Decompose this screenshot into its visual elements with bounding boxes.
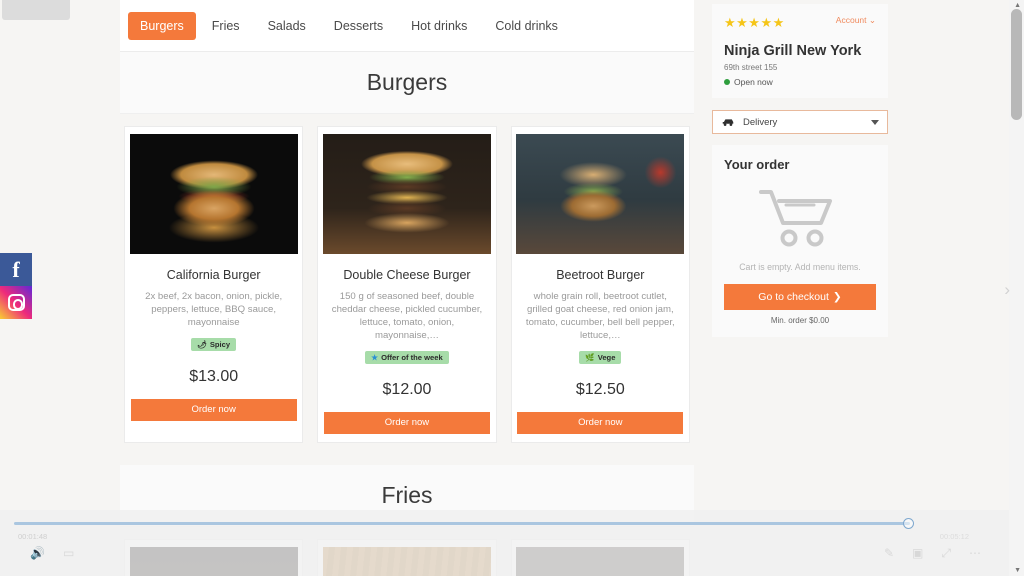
account-link[interactable]: Account ⌄ [836, 15, 876, 26]
order-panel: Your order Cart is empty. Add menu items… [712, 145, 888, 337]
fries-photo-3 [516, 546, 685, 576]
facebook-icon[interactable]: f [0, 253, 32, 286]
nav-item-burgers[interactable]: Burgers [128, 11, 196, 40]
status-badge: ★ Offer of the week [365, 350, 449, 364]
section-header-burgers: Burgers [120, 52, 694, 114]
player-right-controls: ✎ ▣ ⤢ ⋯ [884, 546, 981, 561]
browser-tab-stub[interactable] [2, 0, 70, 20]
order-now-button[interactable]: Order now [517, 411, 684, 434]
sidebar: Account ⌄ ★★★★★ Ninja Grill New York 69t… [712, 4, 888, 337]
vertical-scrollbar[interactable]: ▲ ▼ [1009, 0, 1024, 576]
beetroot-burger-photo [516, 134, 685, 254]
menu-page: Burgers Fries Salads Desserts Hot drinks… [120, 0, 694, 576]
cards-row: California Burger 2x beef, 2x bacon, oni… [120, 126, 694, 443]
fullscreen-icon[interactable]: ⤢ [941, 546, 951, 561]
edit-icon[interactable]: ✎ [884, 546, 894, 561]
more-options-icon[interactable]: ⋯ [969, 546, 981, 561]
shopping-cart-icon [759, 190, 832, 247]
restaurant-info-panel: Account ⌄ ★★★★★ Ninja Grill New York 69t… [712, 4, 888, 98]
menu-item-description: whole grain roll, beetroot cutlet, grill… [525, 291, 675, 341]
instagram-glyph [7, 294, 25, 311]
leaf-icon: 🌿 [585, 352, 595, 362]
fries-grid [120, 526, 694, 576]
menu-item-name: California Burger [166, 268, 261, 282]
total-time: 00:05:12 [939, 532, 969, 541]
status-badge: 🌶 Spicy [191, 337, 237, 351]
status-label: Open now [734, 77, 773, 87]
double-cheese-burger-photo [322, 134, 491, 254]
status-dot-icon [724, 79, 730, 85]
menu-item-price: $13.00 [189, 367, 239, 385]
nav-item-fries[interactable]: Fries [200, 12, 252, 40]
badge-label: Spicy [209, 339, 231, 349]
social-rail: f [0, 253, 32, 319]
fries-photo-2 [322, 546, 491, 576]
chevron-down-icon [871, 119, 879, 125]
volume-icon[interactable]: 🔊 [30, 546, 45, 560]
section-title: Burgers [366, 69, 448, 95]
screen-root: f Burgers Fries Salads Desserts Hot drin… [0, 0, 1024, 576]
delivery-method-select[interactable]: Delivery [712, 110, 888, 134]
nav-item-salads[interactable]: Salads [256, 12, 318, 40]
badge-label: Offer of the week [381, 352, 443, 362]
subtitles-icon[interactable]: ▭ [63, 546, 74, 560]
menu-item-price: $12.00 [382, 380, 432, 398]
category-nav: Burgers Fries Salads Desserts Hot drinks… [120, 0, 694, 52]
menu-item-description: 150 g of seasoned beef, double cheddar c… [331, 291, 483, 341]
go-to-checkout-button[interactable]: Go to checkout ❯ [724, 284, 876, 310]
burgers-grid: California Burger 2x beef, 2x bacon, oni… [120, 114, 694, 443]
menu-item-name: Double Cheese Burger [343, 268, 471, 282]
fries-photo-1 [129, 546, 298, 576]
badge-label: Vege [597, 352, 616, 362]
scrollbar-thumb[interactable] [1011, 9, 1022, 120]
order-panel-title: Your order [724, 157, 790, 172]
chevron-right-icon[interactable]: › [1004, 280, 1010, 300]
menu-card[interactable] [317, 538, 497, 576]
chevron-right-icon: ❯ [832, 291, 842, 303]
chili-pepper-icon: 🌶 [197, 339, 207, 349]
menu-card[interactable] [510, 538, 690, 576]
menu-item-price: $12.50 [575, 380, 625, 398]
menu-item-description: 2x beef, 2x bacon, onion, pickle, pepper… [145, 291, 283, 328]
status-badge: 🌿 Vege [579, 350, 622, 364]
nav-item-desserts[interactable]: Desserts [322, 12, 395, 40]
scroll-down-arrow-icon[interactable]: ▼ [1014, 567, 1021, 574]
menu-item-name: Beetroot Burger [556, 268, 645, 282]
picture-in-picture-icon[interactable]: ▣ [912, 546, 923, 561]
car-icon [722, 119, 734, 126]
restaurant-name: Ninja Grill New York [724, 43, 862, 59]
menu-card[interactable]: California Burger 2x beef, 2x bacon, oni… [124, 126, 304, 443]
facebook-glyph: f [12, 256, 20, 282]
scroll-up-arrow-icon[interactable]: ▲ [1014, 2, 1021, 9]
delivery-label: Delivery [743, 116, 778, 128]
menu-card[interactable]: Double Cheese Burger 150 g of seasoned b… [317, 126, 497, 443]
menu-card[interactable]: Beetroot Burger whole grain roll, beetro… [510, 126, 690, 443]
empty-cart-illustration [724, 186, 876, 250]
nav-item-hot-drinks[interactable]: Hot drinks [399, 12, 479, 40]
min-order-note: Min. order $0.00 [770, 316, 830, 325]
cart-empty-message: Cart is empty. Add menu items. [739, 262, 861, 272]
menu-card[interactable] [124, 538, 304, 576]
restaurant-address: 69th street 155 [724, 63, 778, 72]
cards-row [120, 538, 694, 576]
section-header-fries: Fries [120, 464, 694, 527]
california-burger-photo [129, 134, 298, 254]
elapsed-time: 00:01:48 [18, 532, 48, 541]
instagram-icon[interactable] [0, 286, 32, 319]
playback-scrubber-handle[interactable] [903, 518, 914, 529]
checkout-label: Go to checkout [758, 291, 829, 303]
open-status: Open now [724, 77, 876, 87]
order-now-button[interactable]: Order now [323, 411, 490, 434]
nav-item-cold-drinks[interactable]: Cold drinks [483, 12, 570, 40]
star-icon: ★ [371, 352, 379, 362]
section-title: Fries [381, 481, 433, 508]
order-now-button[interactable]: Order now [130, 398, 297, 421]
player-left-controls: 🔊 ▭ [30, 546, 74, 560]
